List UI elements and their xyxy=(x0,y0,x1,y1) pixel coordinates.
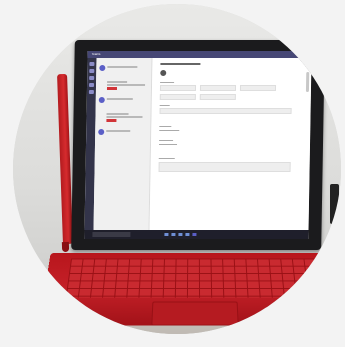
files-icon xyxy=(88,90,94,94)
app-titlebar: Teams xyxy=(87,51,312,58)
teams-taskbar-icon xyxy=(192,233,197,236)
form-field xyxy=(159,85,197,91)
field-label xyxy=(159,140,174,141)
list-line xyxy=(106,116,143,118)
teams-icon xyxy=(89,76,95,80)
field-value xyxy=(159,144,178,145)
chat-icon xyxy=(89,69,95,73)
charging-cable xyxy=(330,184,339,224)
surface-tablet: Teams xyxy=(71,40,325,250)
main-pane xyxy=(149,58,312,230)
avatar xyxy=(160,70,167,76)
taskbar-icon xyxy=(185,233,190,236)
app-title: Teams xyxy=(91,52,101,56)
form-field xyxy=(159,108,292,114)
list-line xyxy=(106,113,129,115)
status-tag xyxy=(106,119,117,122)
list-avatar xyxy=(98,97,105,103)
list-item xyxy=(99,80,147,92)
image-frame: Teams xyxy=(0,0,345,347)
list-avatar xyxy=(99,65,106,71)
list-item xyxy=(98,112,146,124)
trackpad xyxy=(151,301,239,326)
list-line xyxy=(106,130,131,132)
stylus-tip xyxy=(61,241,70,253)
list-pane xyxy=(93,58,153,230)
status-tag xyxy=(106,87,118,90)
scrollbar xyxy=(305,72,310,92)
taskbar-icon xyxy=(164,233,169,236)
taskbar-icon xyxy=(171,233,176,236)
tablet-screen: Teams xyxy=(84,51,312,239)
list-item xyxy=(98,128,146,140)
field-label xyxy=(159,126,172,127)
taskbar-icon xyxy=(178,233,183,236)
field-value xyxy=(159,130,180,131)
list-line xyxy=(107,66,138,68)
taskbar-search xyxy=(92,232,131,237)
activity-icon xyxy=(89,62,95,66)
form-field xyxy=(199,94,236,100)
circular-photo: Teams xyxy=(13,4,341,334)
field-label xyxy=(158,158,175,159)
list-line xyxy=(106,98,133,100)
list-line xyxy=(107,81,128,83)
form-field xyxy=(239,85,277,91)
red-type-cover-keyboard xyxy=(38,253,341,326)
form-field xyxy=(159,94,196,100)
list-avatar xyxy=(98,129,105,135)
keyboard-keys xyxy=(65,258,325,298)
calendar-icon xyxy=(89,83,95,87)
field-label xyxy=(159,105,170,106)
form-title-line xyxy=(160,63,201,65)
list-item xyxy=(98,96,147,108)
text-area xyxy=(158,162,291,172)
form-field xyxy=(199,85,237,91)
list-item xyxy=(99,64,147,76)
field-label xyxy=(160,82,175,83)
windows-taskbar xyxy=(84,230,309,239)
list-line xyxy=(107,84,146,86)
